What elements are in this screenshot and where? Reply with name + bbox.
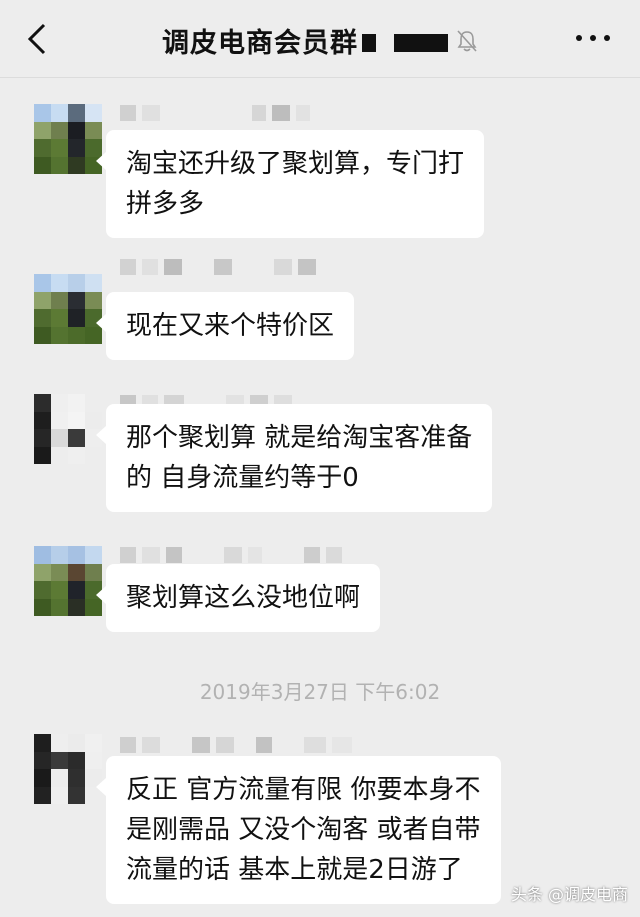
sender-name-redacted (120, 736, 352, 754)
avatar[interactable] (34, 394, 102, 464)
message-bubble[interactable]: 现在又来个特价区 (95, 292, 355, 360)
message-text-line: 那个聚划算 就是给淘宝客准备 (126, 423, 473, 453)
chat-title: 调皮电商会员群 (162, 27, 358, 59)
redacted-member-count (394, 34, 448, 52)
avatar[interactable] (34, 734, 102, 804)
avatar[interactable] (34, 546, 102, 616)
message-text-line: 拼多多 (126, 189, 205, 219)
sender-name-redacted (120, 258, 316, 276)
message-text-line: 淘宝还升级了聚划算，专门打 (126, 149, 465, 179)
bell-off-icon (457, 30, 477, 52)
more-button[interactable] (576, 30, 610, 46)
avatar[interactable] (34, 104, 102, 174)
chat-header: 调皮电商会员群 (0, 0, 640, 78)
message-bubble[interactable]: 反正 官方流量有限 你要本身不 是刚需品 又没个淘客 或者自带 流量的话 基本上… (96, 756, 501, 904)
message-bubble[interactable]: 那个聚划算 就是给淘宝客准备 的 自身流量约等于0 (95, 404, 493, 512)
sender-name-redacted (120, 104, 310, 122)
chat-timestamp: 2019年3月27日 下午6:02 (199, 680, 441, 704)
message-text-line: 流量的话 基本上就是2日游了 (126, 855, 463, 885)
redacted-member-count (362, 34, 376, 52)
message-text-line: 是刚需品 又没个淘客 或者自带 (126, 815, 481, 845)
message-text-line: 现在又来个特价区 (126, 311, 335, 341)
avatar[interactable] (34, 274, 102, 344)
message-bubble[interactable]: 淘宝还升级了聚划算，专门打 拼多多 (95, 130, 485, 238)
sender-name-redacted (120, 546, 342, 564)
more-dots-icon (576, 35, 582, 41)
watermark: 头条 @调皮电商 (510, 885, 628, 904)
message-text-line: 的 自身流量约等于0 (126, 463, 359, 493)
message-text-line: 聚划算这么没地位啊 (126, 583, 361, 613)
message-bubble[interactable]: 聚划算这么没地位啊 (95, 564, 381, 632)
message-text-line: 反正 官方流量有限 你要本身不 (126, 775, 481, 805)
